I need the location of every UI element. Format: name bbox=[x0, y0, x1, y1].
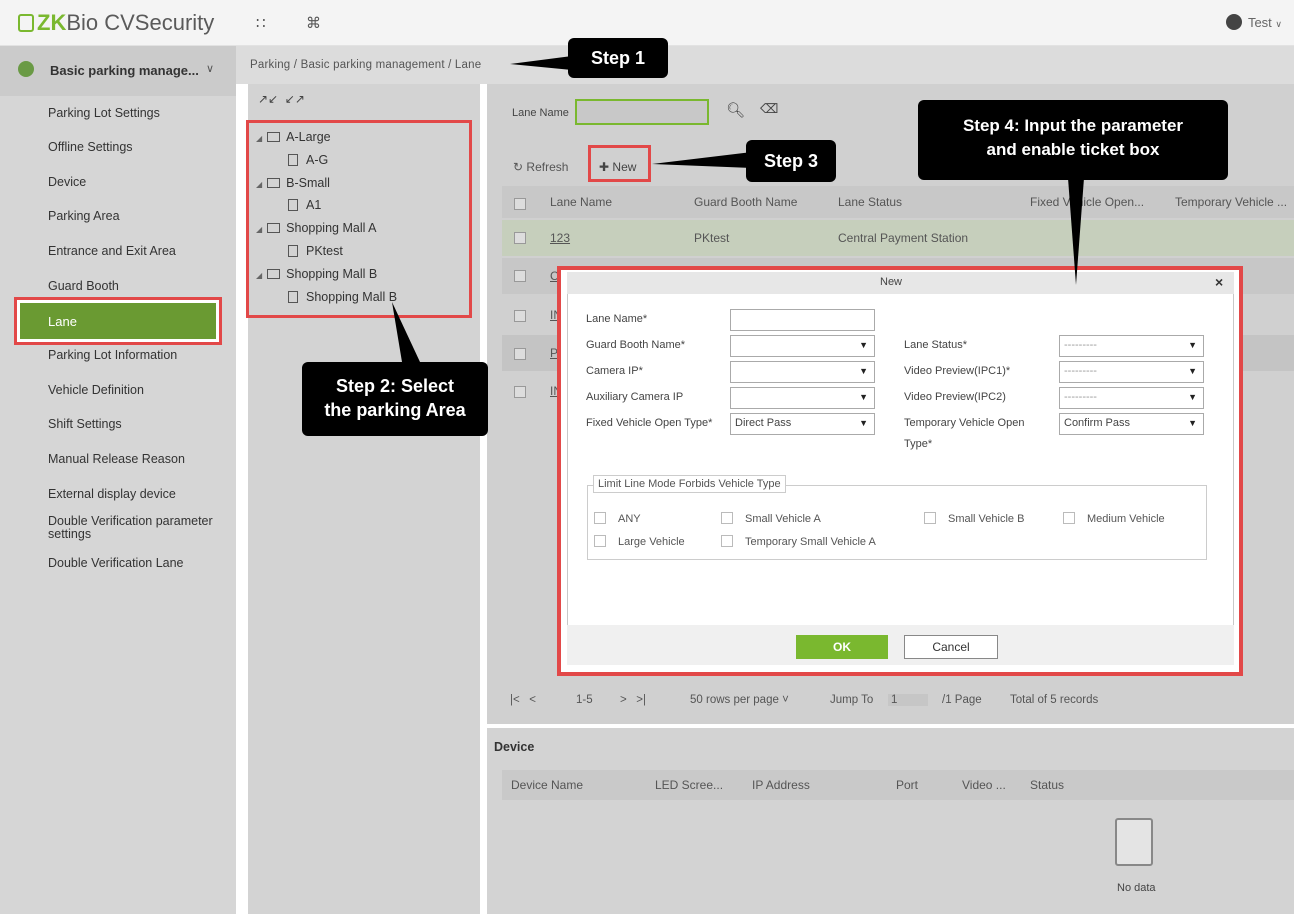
step3-callout: Step 3 bbox=[746, 140, 836, 182]
step4-pointer bbox=[1068, 178, 1084, 285]
step2-pointer bbox=[392, 302, 420, 362]
step2-callout: Step 2: Select the parking Area bbox=[302, 362, 488, 436]
step4-line2: and enable ticket box bbox=[986, 140, 1160, 159]
app-root: ZKBio CVSecurity ∷ ⌘ Test ∨ Basic parkin… bbox=[0, 0, 1294, 914]
step3-pointer bbox=[652, 152, 752, 168]
step1-pointer bbox=[510, 56, 572, 70]
step1-callout: Step 1 bbox=[568, 38, 668, 78]
step2-line2: the parking Area bbox=[324, 400, 466, 420]
step4-line1: Step 4: Input the parameter bbox=[962, 116, 1184, 135]
step4-callout: Step 4: Input the parameter and enable ti… bbox=[918, 100, 1228, 180]
step2-line1: Step 2: Select bbox=[335, 376, 455, 396]
